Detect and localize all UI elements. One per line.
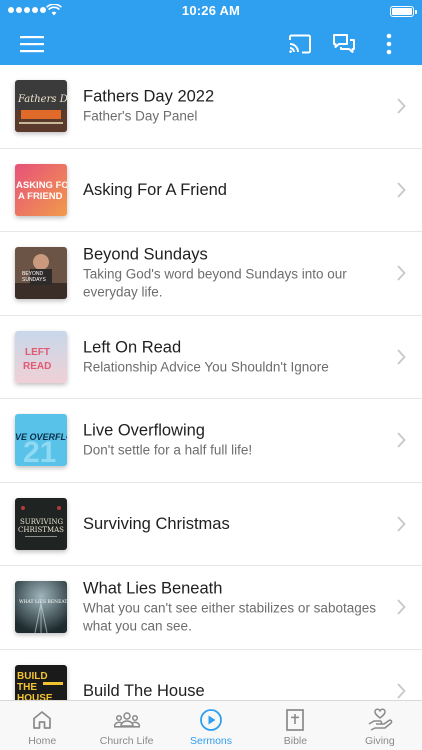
sermon-thumbnail: 21 VE OVERFLOWI <box>15 414 67 467</box>
tab-church-life[interactable]: Church Life <box>84 701 168 750</box>
sermon-row[interactable]: BUILD THE HOUSE Build The House <box>0 650 422 700</box>
sermon-subtitle: Father's Day Panel <box>83 108 198 124</box>
chevron-right-icon <box>397 265 406 281</box>
sermon-thumbnail: LEFT READ <box>15 330 67 383</box>
giving-hand-icon <box>368 708 393 731</box>
nav-bar <box>0 22 422 65</box>
sermon-row[interactable]: LEFT READ Left On Read Relationship Advi… <box>0 316 422 399</box>
sermon-title: Surviving Christmas <box>83 514 230 533</box>
svg-text:THE: THE <box>17 682 37 693</box>
sermon-title: What Lies Beneath <box>83 579 223 598</box>
more-vertical-icon <box>386 33 392 54</box>
chevron-right-icon <box>397 432 406 448</box>
hamburger-icon <box>20 35 44 52</box>
svg-text:A FRIEND: A FRIEND <box>18 191 63 202</box>
chevron-right-icon <box>397 349 406 365</box>
sermon-thumbnail: WHAT LIES BENEATH <box>15 581 67 634</box>
sermon-thumbnail: Fathers Day <box>15 80 67 133</box>
sermon-subtitle: Don't settle for a half full life! <box>83 442 253 458</box>
sermon-row[interactable]: Fathers Day Fathers Day 2022 Father's Da… <box>0 65 422 149</box>
sermon-title: Build The House <box>83 681 205 700</box>
sermon-row[interactable]: 21 VE OVERFLOWI Live Overflowing Don't s… <box>0 399 422 483</box>
home-icon <box>33 711 52 729</box>
tab-home[interactable]: Home <box>0 701 84 750</box>
svg-text:WHAT LIES BENEATH: WHAT LIES BENEATH <box>19 599 67 605</box>
chevron-right-icon <box>397 516 406 532</box>
sermon-title: Left On Read <box>83 338 182 357</box>
people-icon <box>113 712 140 728</box>
svg-text:LEFT: LEFT <box>25 347 50 358</box>
chat-button[interactable] <box>326 22 362 65</box>
chevron-right-icon <box>397 98 406 114</box>
tab-bible[interactable]: Bible <box>253 701 337 750</box>
status-bar: 10:26 AM <box>0 0 422 22</box>
more-options-button[interactable] <box>372 22 406 65</box>
sermon-title: Beyond Sundays <box>83 245 208 264</box>
sermon-subtitle: Relationship Advice You Shouldn't Ignore <box>83 359 329 375</box>
tab-bar: Home Church Life Sermons Bible Giving <box>0 700 422 750</box>
chat-icon <box>333 33 355 53</box>
sermon-row[interactable]: ASKING FOR A FRIEND Asking For A Friend <box>0 149 422 232</box>
sermon-thumbnail: BUILD THE HOUSE <box>15 664 67 700</box>
battery-icon <box>390 6 417 17</box>
sermon-row[interactable]: SURVIVING CHRISTMAS Surviving Christmas <box>0 483 422 566</box>
status-time: 10:26 AM <box>181 3 241 18</box>
svg-text:BUILD: BUILD <box>17 671 48 682</box>
sermon-list: Fathers Day Fathers Day 2022 Father's Da… <box>0 65 422 700</box>
chevron-right-icon <box>397 683 406 699</box>
cast-button[interactable] <box>282 22 318 65</box>
chevron-right-icon <box>397 599 406 615</box>
menu-button[interactable] <box>12 22 52 65</box>
svg-text:READ: READ <box>23 361 51 372</box>
sermon-thumbnail: ASKING FOR A FRIEND <box>15 163 67 216</box>
sermon-title: Fathers Day 2022 <box>83 87 215 106</box>
cast-icon <box>289 34 311 53</box>
svg-text:HOUSE: HOUSE <box>17 693 53 700</box>
svg-text:CHRISTMAS: CHRISTMAS <box>18 526 64 534</box>
sermon-title: Asking For A Friend <box>83 180 227 199</box>
bible-icon <box>286 709 305 731</box>
svg-text:SUNDAYS: SUNDAYS <box>22 277 46 283</box>
sermon-row[interactable]: WHAT LIES BENEATH What Lies Beneath What… <box>0 566 422 650</box>
play-circle-icon <box>200 709 222 731</box>
sermon-subtitle: What you can't see either stabilizes or … <box>83 600 376 634</box>
sermon-thumbnail: BEYOND SUNDAYS <box>15 247 67 300</box>
sermon-subtitle: Taking God's word beyond Sundays into ou… <box>83 266 347 300</box>
sermon-thumbnail: SURVIVING CHRISTMAS <box>15 497 67 550</box>
sermon-row[interactable]: BEYOND SUNDAYS Beyond Sundays Taking God… <box>0 232 422 316</box>
tab-sermons[interactable]: Sermons <box>169 701 253 750</box>
sermon-title: Live Overflowing <box>83 421 205 440</box>
tab-giving[interactable]: Giving <box>338 701 422 750</box>
svg-text:ASKING FOR: ASKING FOR <box>16 180 67 191</box>
svg-text:Fathers Day: Fathers Day <box>17 94 67 105</box>
chevron-right-icon <box>397 182 406 198</box>
svg-text:VE OVERFLOWI: VE OVERFLOWI <box>15 432 67 442</box>
svg-text:SURVIVING: SURVIVING <box>20 518 63 526</box>
